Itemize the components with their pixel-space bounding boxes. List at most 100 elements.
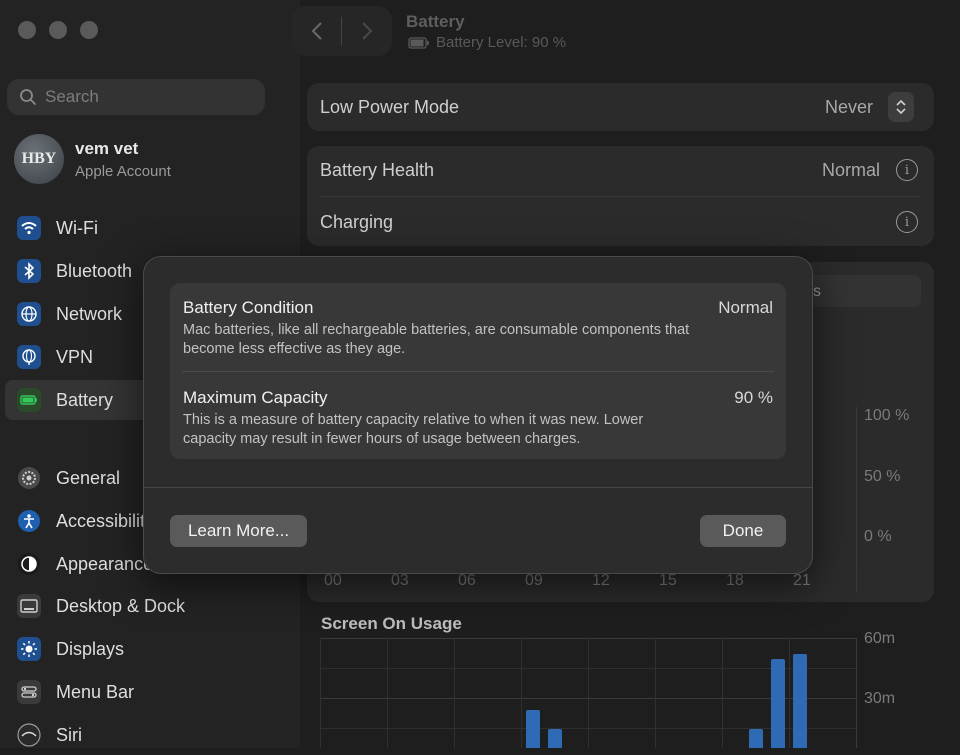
sidebar-item-label: Menu Bar: [56, 681, 135, 702]
account-name: vem vet: [75, 138, 139, 158]
vpn-globe-icon: [17, 345, 41, 369]
low-power-mode-label: Low Power Mode: [320, 97, 460, 117]
info-icon[interactable]: i: [896, 211, 918, 233]
x-tick: 15: [659, 572, 677, 589]
row-divider: [182, 371, 774, 372]
sidebar-item-label: Bluetooth: [56, 260, 133, 281]
battery-info-card: Battery Condition Normal Mac batteries, …: [170, 283, 786, 459]
y-tick: 100 %: [864, 407, 910, 424]
info-icon[interactable]: i: [896, 159, 918, 181]
low-power-mode-value[interactable]: Never: [825, 97, 873, 118]
sidebar-item-label: Appearance: [56, 553, 154, 574]
sidebar-item-label: Displays: [56, 638, 125, 659]
gear-icon: [17, 466, 41, 490]
usage-bar[interactable]: [526, 710, 540, 748]
charging-label: Charging: [320, 212, 394, 232]
grid-line: [454, 638, 455, 748]
sidebar-item-label: Siri: [56, 724, 82, 745]
row-divider: [320, 196, 921, 197]
done-button[interactable]: Done: [700, 515, 786, 547]
sidebar-item-label: General: [56, 467, 121, 488]
sidebar-item-label: Desktop & Dock: [56, 595, 186, 616]
low-power-mode-row: Low Power Mode Never: [307, 83, 934, 131]
menu-bar-icon: [17, 680, 41, 704]
window-title: Battery: [406, 12, 465, 31]
x-tick: 03: [391, 572, 409, 589]
sidebar-item-desktop-dock[interactable]: Desktop & Dock: [5, 586, 295, 626]
grid-line: [521, 638, 522, 748]
low-power-mode-popup[interactable]: [888, 92, 914, 122]
appearance-icon: [17, 552, 41, 576]
account-subtitle: Apple Account: [75, 162, 171, 180]
usage-bar[interactable]: [749, 729, 763, 748]
y-tick: 60m: [864, 630, 896, 647]
battery-condition-title: Battery Condition: [183, 298, 314, 317]
grid-line: [789, 638, 790, 748]
x-tick: 21: [793, 572, 811, 589]
usage-bar[interactable]: [548, 729, 562, 748]
sidebar-item-label: VPN: [56, 346, 94, 367]
chart-axis: [856, 638, 857, 748]
battery-level-text: Battery Level: 90 %: [436, 34, 567, 51]
chart-tab-label: s: [813, 283, 821, 300]
chevron-up-down-icon: [896, 99, 906, 115]
battery-health-label: Battery Health: [320, 160, 435, 180]
battery-level-status: Battery Level: 90 %: [408, 34, 566, 51]
x-tick: 18: [726, 572, 744, 589]
bluetooth-icon: [17, 259, 41, 283]
sidebar-item-displays[interactable]: Displays: [5, 629, 295, 669]
sidebar-item-wifi[interactable]: Wi-Fi: [5, 208, 295, 248]
maximum-capacity-title: Maximum Capacity: [183, 388, 328, 407]
accessibility-icon: [17, 509, 41, 533]
battery-level-icon: [408, 36, 429, 49]
battery-condition-description: Mac batteries, like all rechargeable bat…: [183, 322, 690, 357]
x-tick: 06: [458, 572, 476, 589]
chart-axis: [856, 407, 857, 592]
sidebar-item-siri[interactable]: Siri: [5, 715, 295, 755]
dialog-separator: [144, 487, 812, 488]
sidebar-item-label: Battery: [56, 389, 114, 410]
y-tick: 0 %: [864, 528, 892, 545]
battery-condition-value: Normal: [718, 298, 773, 317]
sidebar-item-menu-bar[interactable]: Menu Bar: [5, 672, 295, 712]
globe-icon: [17, 302, 41, 326]
x-tick: 12: [592, 572, 610, 589]
window-controls: [18, 21, 98, 39]
close-window-button[interactable]: [18, 21, 36, 39]
grid-line: [588, 638, 589, 748]
grid-line: [320, 638, 321, 748]
usage-bar[interactable]: [793, 654, 807, 748]
sidebar-item-label: Accessibility: [56, 510, 155, 531]
chevron-right-icon: [361, 22, 372, 40]
usage-bar[interactable]: [771, 659, 785, 748]
battery-health-card: Battery Health Normal i Charging i: [307, 146, 934, 246]
y-tick: 50 %: [864, 468, 901, 485]
x-tick: 00: [324, 572, 342, 589]
sidebar-item-label: Network: [56, 303, 123, 324]
x-tick: 09: [525, 572, 543, 589]
chart-tab[interactable]: s: [807, 275, 921, 307]
zoom-window-button[interactable]: [80, 21, 98, 39]
grid-line: [387, 638, 388, 748]
maximum-capacity-description: This is a measure of battery capacity re…: [183, 412, 644, 447]
search-icon: [20, 89, 36, 105]
chevron-left-icon: [311, 22, 322, 40]
sun-icon: [17, 637, 41, 661]
battery-health-value: Normal: [822, 160, 881, 180]
grid-line: [722, 638, 723, 748]
learn-more-button[interactable]: Learn More...: [170, 515, 307, 547]
search-placeholder: Search: [45, 87, 99, 106]
wifi-icon: [17, 216, 41, 240]
sidebar-item-label: Wi-Fi: [56, 217, 98, 238]
battery-icon: [17, 388, 41, 412]
search-field[interactable]: Search: [7, 79, 265, 115]
forward-button[interactable]: [342, 6, 391, 56]
desktop-dock-icon: [17, 594, 41, 618]
minimize-window-button[interactable]: [49, 21, 67, 39]
battery-health-dialog: Battery Condition Normal Mac batteries, …: [143, 256, 813, 574]
avatar: HBY: [14, 134, 64, 184]
maximum-capacity-value: 90 %: [734, 388, 773, 407]
back-button[interactable]: [292, 6, 341, 56]
screen-on-usage-title: Screen On Usage: [321, 614, 462, 633]
apple-account[interactable]: HBY vem vet Apple Account: [14, 134, 171, 184]
